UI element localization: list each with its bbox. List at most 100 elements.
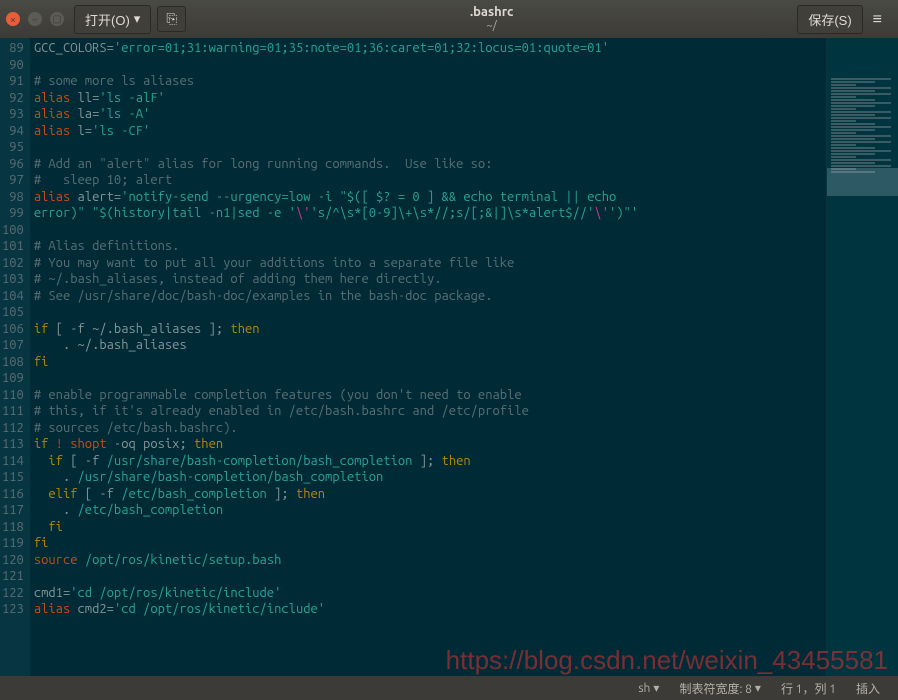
code-line[interactable]: if [ -f ~/.bash_aliases ]; then	[34, 321, 822, 338]
code-line[interactable]: fi	[34, 519, 822, 536]
editor-area: 8990919293949596979899100101102103104105…	[0, 38, 898, 676]
open-label: 打开(O)	[85, 10, 130, 29]
status-tab-width[interactable]: 制表符宽度: 8 ▾	[669, 680, 771, 697]
new-tab-icon: ⎘	[166, 11, 177, 26]
code-line[interactable]: # sleep 10; alert	[34, 172, 822, 189]
line-number: 110	[2, 387, 24, 404]
code-line[interactable]: alias la='ls -A'	[34, 106, 822, 123]
status-insert-mode[interactable]: 插入	[846, 680, 890, 697]
line-number: 106	[2, 321, 24, 338]
code-content[interactable]: GCC_COLORS='error=01;31:warning=01;35:no…	[30, 38, 826, 676]
code-line[interactable]	[34, 304, 822, 321]
line-number: 89	[2, 40, 24, 57]
code-line[interactable]: error)" "$(history|tail -n1|sed -e '\''s…	[34, 205, 822, 222]
chevron-down-icon: ▾	[653, 681, 659, 695]
code-line[interactable]: # some more ls aliases	[34, 73, 822, 90]
save-label: 保存(S)	[808, 13, 851, 28]
code-line[interactable]: # Add an "alert" alias for long running …	[34, 156, 822, 173]
code-line[interactable]: alias alert='notify-send --urgency=low -…	[34, 189, 822, 206]
code-line[interactable]: elif [ -f /etc/bash_completion ]; then	[34, 486, 822, 503]
code-line[interactable]: . ~/.bash_aliases	[34, 337, 822, 354]
code-line[interactable]	[34, 568, 822, 585]
titlebar: × – ▢ 打开(O) ▾ ⎘ .bashrc ~/ 保存(S) ≡	[0, 0, 898, 38]
file-name: .bashrc	[186, 5, 797, 21]
window-controls: × – ▢	[6, 12, 64, 26]
open-button[interactable]: 打开(O) ▾	[74, 5, 151, 34]
new-tab-button[interactable]: ⎘	[157, 6, 186, 32]
code-line[interactable]: source /opt/ros/kinetic/setup.bash	[34, 552, 822, 569]
line-number: 105	[2, 304, 24, 321]
line-number: 90	[2, 57, 24, 74]
code-line[interactable]: fi	[34, 535, 822, 552]
line-number: 115	[2, 469, 24, 486]
code-line[interactable]: # See /usr/share/doc/bash-doc/examples i…	[34, 288, 822, 305]
line-number: 103	[2, 271, 24, 288]
code-line[interactable]: alias l='ls -CF'	[34, 123, 822, 140]
line-number: 96	[2, 156, 24, 173]
title-center: .bashrc ~/	[186, 5, 797, 34]
line-number: 93	[2, 106, 24, 123]
code-line[interactable]: if [ -f /usr/share/bash-completion/bash_…	[34, 453, 822, 470]
line-number: 113	[2, 436, 24, 453]
code-line[interactable]: if ! shopt -oq posix; then	[34, 436, 822, 453]
line-number: 112	[2, 420, 24, 437]
code-line[interactable]	[34, 618, 822, 635]
chevron-down-icon: ▾	[134, 11, 141, 27]
line-number: 121	[2, 568, 24, 585]
code-line[interactable]	[34, 222, 822, 239]
save-button[interactable]: 保存(S)	[797, 5, 862, 34]
status-cursor-position[interactable]: 行 1，列 1	[771, 680, 846, 697]
line-number: 122	[2, 585, 24, 602]
line-number: 119	[2, 535, 24, 552]
chevron-down-icon: ▾	[755, 681, 761, 695]
hamburger-menu-icon[interactable]: ≡	[863, 10, 892, 29]
code-line[interactable]: . /etc/bash_completion	[34, 502, 822, 519]
line-number: 104	[2, 288, 24, 305]
code-line[interactable]: # sources /etc/bash.bashrc).	[34, 420, 822, 437]
code-line[interactable]	[34, 139, 822, 156]
minimap-lines	[831, 78, 894, 174]
close-icon[interactable]: ×	[6, 12, 20, 26]
statusbar: sh ▾ 制表符宽度: 8 ▾ 行 1，列 1 插入	[0, 676, 898, 700]
line-number: 101	[2, 238, 24, 255]
code-line[interactable]: alias cmd2='cd /opt/ros/kinetic/include'	[34, 601, 822, 618]
line-number: 94	[2, 123, 24, 140]
line-number: 116	[2, 486, 24, 503]
line-number: 92	[2, 90, 24, 107]
status-language[interactable]: sh ▾	[628, 681, 669, 695]
line-number: 100	[2, 222, 24, 239]
code-line[interactable]	[34, 370, 822, 387]
code-line[interactable]: . /usr/share/bash-completion/bash_comple…	[34, 469, 822, 486]
minimize-icon[interactable]: –	[28, 12, 42, 26]
line-number: 108	[2, 354, 24, 371]
line-number: 102	[2, 255, 24, 272]
line-number: 120	[2, 552, 24, 569]
code-line[interactable]: fi	[34, 354, 822, 371]
code-line[interactable]: # Alias definitions.	[34, 238, 822, 255]
line-number: 91	[2, 73, 24, 90]
maximize-icon[interactable]: ▢	[50, 12, 64, 26]
code-line[interactable]	[34, 634, 822, 651]
code-line[interactable]: GCC_COLORS='error=01;31:warning=01;35:no…	[34, 40, 822, 57]
line-number: 114	[2, 453, 24, 470]
line-number: 98	[2, 189, 24, 206]
line-number: 109	[2, 370, 24, 387]
code-line[interactable]	[34, 57, 822, 74]
line-number: 95	[2, 139, 24, 156]
minimap-viewport[interactable]	[827, 168, 898, 196]
line-number-gutter: 8990919293949596979899100101102103104105…	[0, 38, 30, 676]
line-number: 99	[2, 205, 24, 222]
line-number: 107	[2, 337, 24, 354]
line-number: 111	[2, 403, 24, 420]
code-line[interactable]: alias ll='ls -alF'	[34, 90, 822, 107]
line-number: 123	[2, 601, 24, 618]
code-line[interactable]: # enable programmable completion feature…	[34, 387, 822, 404]
code-line[interactable]: cmd1='cd /opt/ros/kinetic/include'	[34, 585, 822, 602]
code-line[interactable]: # this, if it's already enabled in /etc/…	[34, 403, 822, 420]
code-scroll[interactable]: 8990919293949596979899100101102103104105…	[0, 38, 826, 676]
code-line[interactable]: # You may want to put all your additions…	[34, 255, 822, 272]
code-line[interactable]: # ~/.bash_aliases, instead of adding the…	[34, 271, 822, 288]
minimap[interactable]	[826, 38, 898, 676]
line-number: 118	[2, 519, 24, 536]
line-number: 97	[2, 172, 24, 189]
